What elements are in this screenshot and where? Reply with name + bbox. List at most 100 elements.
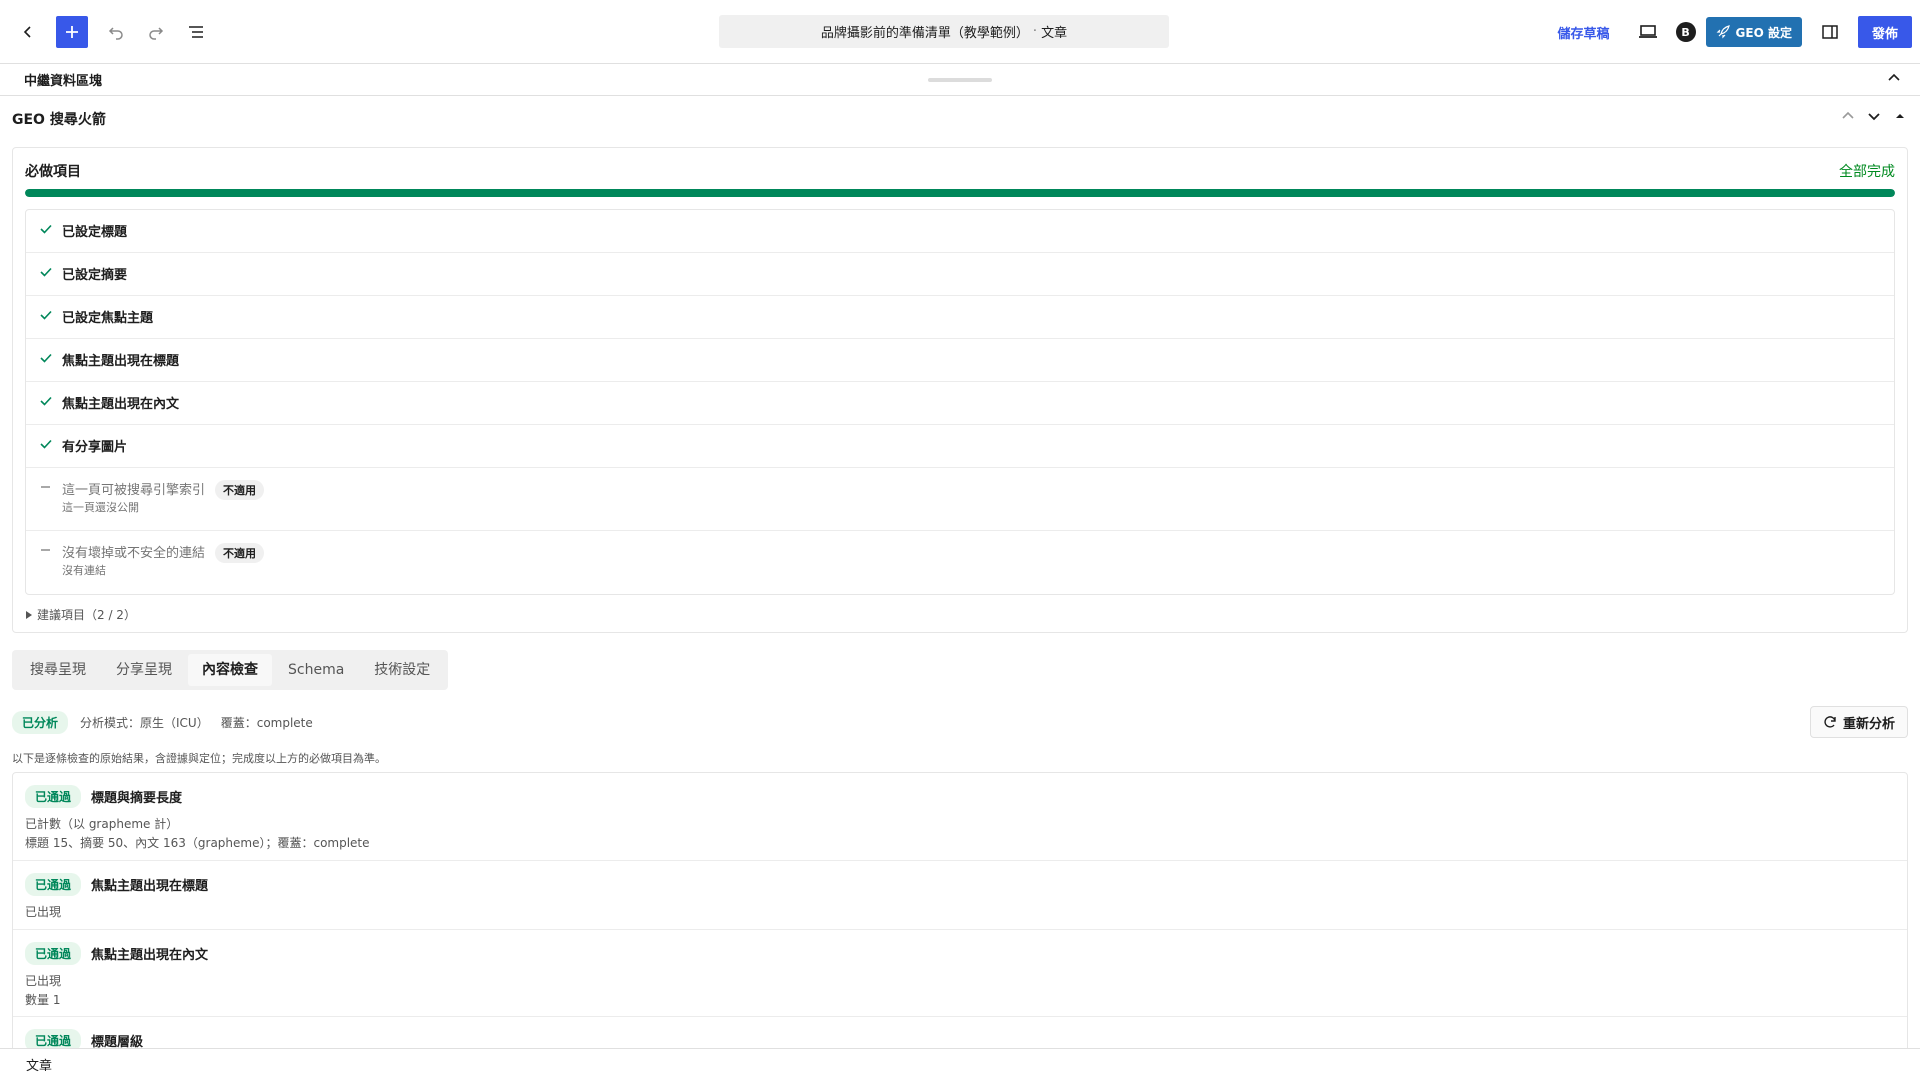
- chevron-left-icon: [23, 25, 31, 38]
- suggested-items-toggle[interactable]: 建議項目（2 / 2）: [25, 606, 136, 623]
- tab-search-appearance[interactable]: 搜尋呈現: [16, 654, 100, 686]
- undo-icon: [108, 26, 123, 40]
- analysis-note: 以下是逐條檢查的原始結果，含證據與定位；完成度以上方的必做項目為準。: [12, 752, 386, 765]
- document-title-bar[interactable]: 品牌攝影前的準備清單（教學範例） · 文章: [719, 15, 1169, 48]
- checklist-item: 已設定標題: [26, 210, 1894, 253]
- list-view-icon: [189, 25, 203, 38]
- checklist-label-text: 沒有壞掉或不安全的連結: [62, 546, 206, 561]
- required-items-title: 必做項目: [25, 164, 81, 180]
- check-icon: [40, 267, 52, 277]
- geo-panel-header: GEO 搜尋火箭: [0, 96, 1920, 142]
- checklist-item: 焦點主題出現在標題: [26, 339, 1894, 382]
- settings-sidebar-button[interactable]: [1812, 14, 1848, 50]
- checklist-sub-label: 這一頁還沒公開: [62, 501, 139, 514]
- checklist-item: 沒有壞掉或不安全的連結 不適用 沒有連結: [26, 531, 1894, 594]
- add-block-button[interactable]: [56, 15, 88, 48]
- result-item: 已通過 焦點主題出現在標題 已出現: [13, 861, 1907, 930]
- move-down-icon[interactable]: [1866, 108, 1882, 124]
- result-detail: 標題 15、摘要 50、內文 163（grapheme）；覆蓋：complete: [25, 836, 370, 850]
- result-detail: 數量 1: [25, 993, 61, 1007]
- result-detail: 已計數（以 grapheme 計）: [25, 817, 179, 831]
- result-title: 標題與摘要長度: [91, 791, 183, 806]
- check-results-list: 已通過 標題與摘要長度 已計數（以 grapheme 計） 標題 15、摘要 5…: [12, 772, 1908, 1052]
- geo-settings-button[interactable]: GEO 設定: [1705, 17, 1802, 47]
- tab-schema[interactable]: Schema: [274, 654, 358, 686]
- plus-icon: [66, 25, 78, 38]
- geo-settings-label: GEO 設定: [1735, 25, 1792, 40]
- toggle-panel-icon[interactable]: [1892, 108, 1908, 124]
- required-checklist: 已設定標題 已設定摘要 已設定焦點主題 焦點主題出現在標題 焦點主題出現在內文 …: [25, 209, 1895, 595]
- passed-badge: 已通過: [25, 873, 82, 896]
- move-up-icon[interactable]: [1840, 108, 1856, 124]
- checklist-item: 已設定摘要: [26, 253, 1894, 296]
- back-button[interactable]: [10, 14, 46, 50]
- breadcrumb-post[interactable]: 文章: [26, 1055, 52, 1074]
- resize-handle[interactable]: [928, 78, 992, 82]
- suggested-items-label: 建議項目（2 / 2）: [37, 608, 136, 622]
- check-icon: [40, 439, 52, 449]
- checklist-item: 焦點主題出現在內文: [26, 382, 1894, 425]
- passed-badge: 已通過: [25, 785, 82, 808]
- not-applicable-badge: 不適用: [215, 543, 265, 563]
- geo-panel-title: GEO 搜尋火箭: [12, 112, 106, 128]
- progress-bar-fill: [25, 189, 1895, 197]
- reanalyze-label: 重新分析: [1842, 716, 1895, 732]
- checklist-label: 焦點主題出現在內文: [62, 397, 180, 412]
- required-items-card: 必做項目 全部完成 已設定標題 已設定摘要 已設定焦點主題 焦點主題出現在標題 …: [12, 147, 1908, 633]
- analysis-meta: 已分析 分析模式：原生（ICU） 覆蓋：complete: [12, 711, 313, 734]
- check-icon: [40, 224, 52, 234]
- checklist-label: 已設定焦點主題: [62, 311, 154, 326]
- preview-button[interactable]: [1630, 14, 1666, 50]
- result-title: 焦點主題出現在標題: [91, 879, 209, 894]
- checklist-label: 有分享圖片: [62, 440, 128, 455]
- title-separator: ·: [1032, 24, 1038, 39]
- undo-button[interactable]: [98, 14, 134, 50]
- tab-content-check[interactable]: 內容檢查: [188, 654, 272, 686]
- checklist-label: 已設定摘要: [62, 268, 128, 283]
- editor-footer-breadcrumb: 文章: [0, 1048, 1920, 1080]
- meta-boxes-title: 中繼資料區塊: [24, 74, 103, 89]
- tab-technical-settings[interactable]: 技術設定: [360, 654, 444, 686]
- reanalyze-button[interactable]: 重新分析: [1809, 706, 1908, 738]
- save-draft-button[interactable]: 儲存草稿: [1548, 23, 1620, 42]
- checklist-label: 已設定標題: [62, 225, 128, 240]
- progress-bar: [25, 189, 1895, 197]
- redo-button[interactable]: [138, 14, 174, 50]
- check-icon: [40, 310, 52, 320]
- document-overview-button[interactable]: [178, 14, 214, 50]
- required-status: 全部完成: [1839, 164, 1895, 180]
- editor-toolbar: 品牌攝影前的準備清單（教學範例） · 文章 儲存草稿 B GEO 設定 發佈: [0, 0, 1920, 64]
- publish-button[interactable]: 發佈: [1857, 16, 1912, 48]
- meta-boxes-header[interactable]: 中繼資料區塊: [0, 64, 1920, 96]
- tab-social-appearance[interactable]: 分享呈現: [102, 654, 186, 686]
- not-applicable-badge: 不適用: [215, 480, 265, 500]
- analysis-coverage: 覆蓋：complete: [220, 716, 313, 730]
- checklist-item: 這一頁可被搜尋引擎索引 不適用 這一頁還沒公開: [26, 468, 1894, 531]
- result-detail: 已出現: [25, 974, 62, 988]
- redo-icon: [149, 26, 164, 40]
- analyzed-badge: 已分析: [12, 711, 69, 734]
- check-icon: [40, 353, 52, 363]
- checklist-label: 這一頁可被搜尋引擎索引 不適用: [62, 479, 265, 500]
- result-item: 已通過 焦點主題出現在內文 已出現 數量 1: [13, 930, 1907, 1017]
- not-applicable-dash-icon: [41, 549, 50, 551]
- passed-badge: 已通過: [25, 942, 82, 965]
- sidebar-icon: [1822, 25, 1838, 39]
- plugin-b-icon[interactable]: B: [1675, 22, 1696, 42]
- result-detail: 已出現: [25, 905, 62, 919]
- checklist-sub-label: 沒有連結: [62, 564, 106, 577]
- checklist-label: 沒有壞掉或不安全的連結 不適用: [62, 542, 265, 563]
- result-item: 已通過 標題與摘要長度 已計數（以 grapheme 計） 標題 15、摘要 5…: [13, 773, 1907, 861]
- document-title: 品牌攝影前的準備清單（教學範例）: [820, 26, 1029, 41]
- result-title: 焦點主題出現在內文: [91, 948, 209, 963]
- checklist-item: 已設定焦點主題: [26, 296, 1894, 339]
- analysis-mode: 分析模式：原生（ICU）: [80, 716, 209, 730]
- caret-right-icon: [26, 610, 32, 619]
- document-type: 文章: [1041, 26, 1068, 41]
- checklist-item: 有分享圖片: [26, 425, 1894, 468]
- chevron-up-icon[interactable]: [1886, 70, 1902, 86]
- result-item: 已通過 標題層級: [13, 1017, 1907, 1051]
- refresh-icon: [1824, 716, 1836, 728]
- rocket-icon: [1716, 25, 1730, 39]
- geo-tabs: 搜尋呈現 分享呈現 內容檢查 Schema 技術設定: [12, 650, 449, 690]
